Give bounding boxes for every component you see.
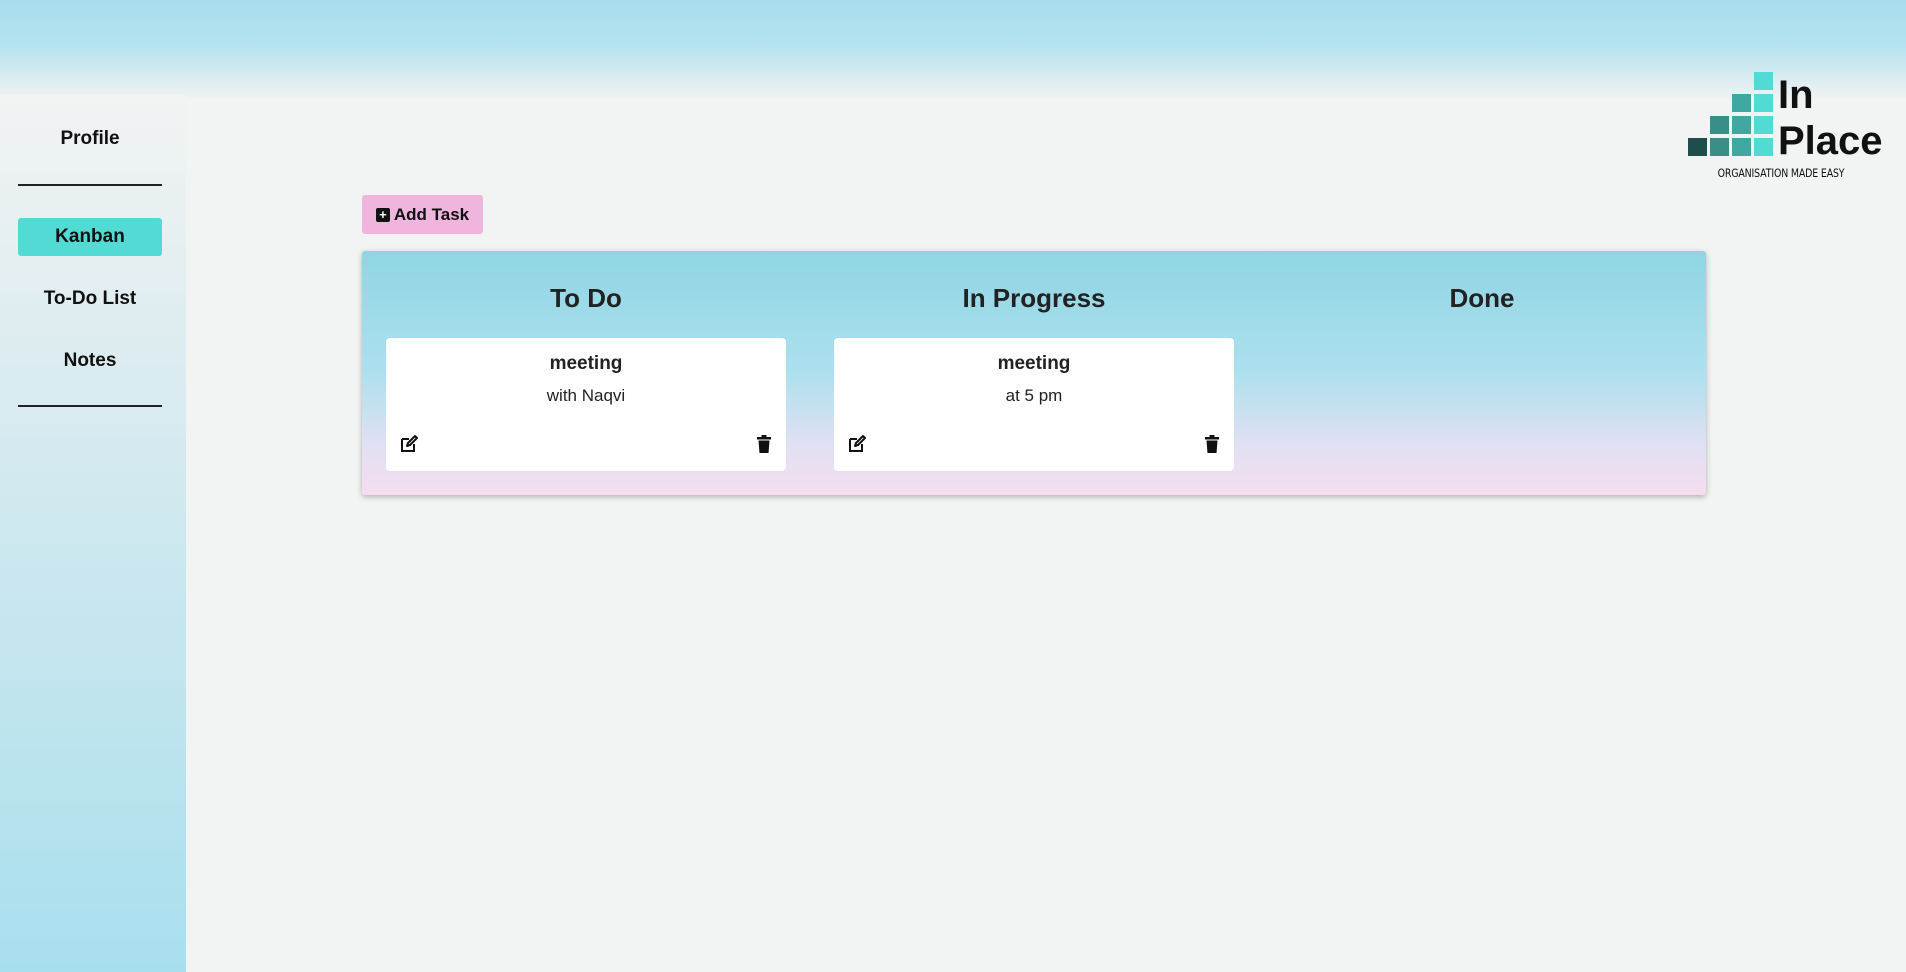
sidebar: Profile Kanban To-Do List Notes <box>0 95 186 972</box>
task-card[interactable]: meeting at 5 pm <box>834 338 1234 471</box>
task-card-description: at 5 pm <box>1005 386 1063 405</box>
header-background <box>0 0 1906 100</box>
task-card[interactable]: meeting with Naqvi <box>386 338 786 471</box>
logo-tagline: ORGANISATION MADE EASY <box>1717 166 1845 180</box>
nav-item-notes[interactable]: Notes <box>18 342 162 380</box>
edit-icon[interactable] <box>399 434 419 454</box>
logo-text-place: Place <box>1778 119 1882 163</box>
plus-square-icon: + <box>375 207 390 222</box>
column-title-todo: To Do <box>550 283 622 313</box>
task-card-title: meeting <box>997 353 1071 374</box>
logo-bars-icon <box>1688 72 1773 156</box>
nav-item-kanban[interactable]: Kanban <box>18 218 162 256</box>
nav-item-todo-list[interactable]: To-Do List <box>18 280 162 318</box>
nav-divider <box>18 405 162 407</box>
column-title-in-progress: In Progress <box>962 283 1106 313</box>
logo-text-in: In <box>1778 73 1814 117</box>
nav-divider <box>18 184 162 186</box>
task-card-title: meeting <box>549 353 623 374</box>
trash-icon[interactable] <box>1202 434 1222 454</box>
app-logo: In Place <box>1688 72 1882 163</box>
add-task-button[interactable]: + Add Task <box>362 195 483 234</box>
add-task-label: Add Task <box>393 204 470 224</box>
trash-icon[interactable] <box>754 434 774 454</box>
task-card-description: with Naqvi <box>546 386 626 405</box>
edit-icon[interactable] <box>847 434 867 454</box>
column-title-done: Done <box>1449 283 1515 313</box>
nav-item-profile[interactable]: Profile <box>18 120 162 158</box>
